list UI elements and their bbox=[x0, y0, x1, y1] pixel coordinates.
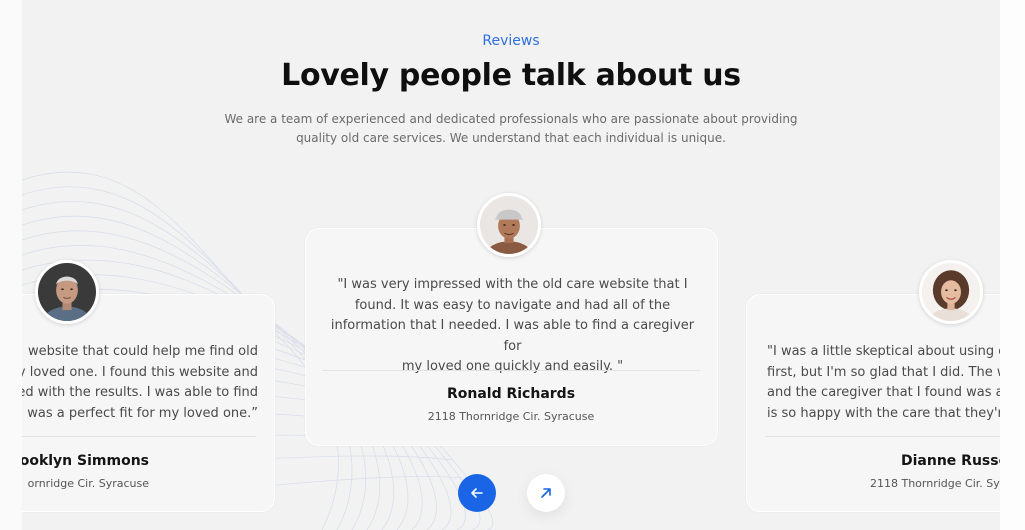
reviewer-avatar bbox=[477, 193, 541, 257]
reviewer-avatar bbox=[919, 260, 983, 324]
arrow-up-right-icon bbox=[541, 488, 551, 498]
reviewer-address: 2118 Thornridge Cir. Syracuse bbox=[427, 410, 595, 423]
review-quote: "I was very impressed with the old care … bbox=[320, 275, 705, 378]
section-title: Lovely people talk about us bbox=[281, 58, 741, 93]
card-divider bbox=[765, 436, 1000, 437]
quote-line: and the caregiver that I found was a bbox=[767, 385, 1000, 400]
reviewer-address: ornridge Cir. Syracuse bbox=[27, 477, 149, 490]
reviewer-name: ooklyn Simmons bbox=[22, 453, 149, 469]
review-quote: website that could help me find old ny l… bbox=[22, 342, 258, 424]
section-subtitle: We are a team of experienced and dedicat… bbox=[222, 110, 800, 148]
quote-line: website that could help me find old bbox=[27, 344, 258, 359]
section-eyebrow: Reviews bbox=[482, 33, 540, 49]
quote-line: "I was very impressed with the old care … bbox=[337, 277, 688, 292]
quote-line: found. It was easy to navigate and had a… bbox=[354, 297, 671, 313]
review-card: "I was a little skeptical about using o … bbox=[746, 294, 1000, 512]
reviewer-address: 2118 Thornridge Cir. Syr bbox=[870, 477, 1000, 490]
page-right-edge bbox=[1000, 0, 1025, 530]
quote-line: was a perfect fit for my loved one.” bbox=[27, 405, 258, 421]
quote-line: "I was a little skeptical about using o bbox=[767, 344, 1000, 359]
quote-line: information that I needed. I was able to… bbox=[330, 318, 695, 354]
quote-line: ed with the results. I was able to find bbox=[22, 385, 258, 400]
review-card: website that could help me find old ny l… bbox=[22, 294, 275, 512]
reviewer-name: Ronald Richards bbox=[446, 386, 576, 402]
reviewer-avatar bbox=[35, 260, 99, 324]
quote-line: is so happy with the care that they're bbox=[767, 405, 1000, 421]
quote-line: ny loved one. I found this website and bbox=[22, 364, 258, 380]
card-divider bbox=[323, 370, 700, 371]
reviews-section: Reviews Lovely people talk about us We a… bbox=[22, 0, 1000, 530]
next-button[interactable] bbox=[527, 474, 565, 512]
review-card-active: "I was very impressed with the old care … bbox=[305, 228, 718, 446]
quote-line: first, but I'm so glad that I did. The w… bbox=[767, 364, 1000, 380]
subtitle-line: quality old care services. We understand… bbox=[296, 131, 726, 145]
reviewer-name: Dianne Russel bbox=[901, 453, 1000, 469]
subtitle-line: We are a team of experienced and dedicat… bbox=[224, 112, 798, 126]
card-divider bbox=[22, 436, 256, 437]
review-quote: "I was a little skeptical about using o … bbox=[767, 342, 1000, 424]
page-left-edge bbox=[0, 0, 22, 530]
arrow-left-icon bbox=[471, 488, 483, 498]
quote-line: my loved one quickly and easily. " bbox=[401, 359, 624, 374]
prev-button[interactable] bbox=[458, 474, 496, 512]
